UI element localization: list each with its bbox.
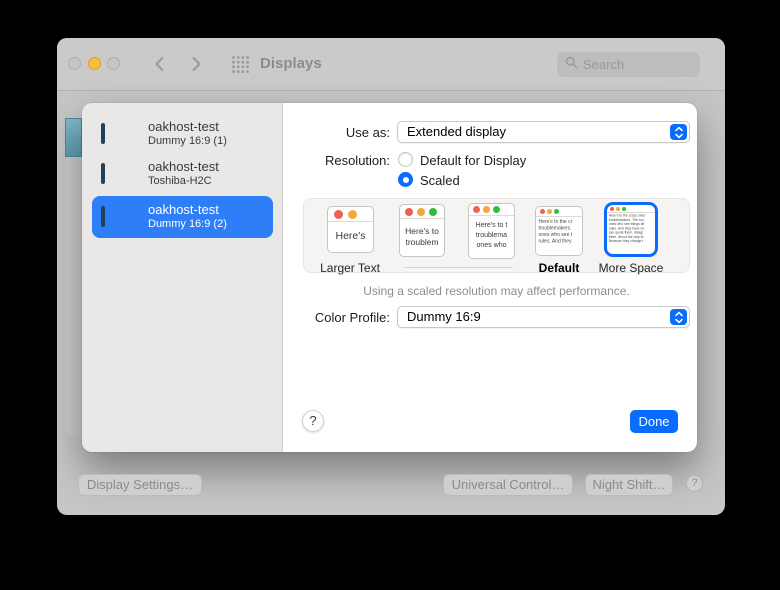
display-settings-sheet: oakhost-test Dummy 16:9 (1) oakhost-test… xyxy=(82,103,697,452)
dot-yellow-icon xyxy=(417,207,425,216)
screen-background: Displays Search oakhost-test Dummy 16:9 xyxy=(0,0,780,590)
popup-stepper-icon xyxy=(670,124,687,140)
display-icon xyxy=(101,123,139,144)
window-help-button[interactable]: ? xyxy=(686,475,703,492)
night-shift-button[interactable]: Night Shift… xyxy=(585,474,673,496)
display-item-text: oakhost-test Dummy 16:9 (2) xyxy=(148,202,227,232)
zoom-button[interactable] xyxy=(107,57,120,70)
dot-red-icon xyxy=(610,206,614,211)
app-grid-icon[interactable] xyxy=(231,55,250,74)
display-item-text: oakhost-test Dummy 16:9 (1) xyxy=(148,119,227,149)
search-placeholder: Search xyxy=(583,57,625,72)
dot-green-icon xyxy=(554,209,559,214)
display-item-text: oakhost-test Toshiba-H2C xyxy=(148,159,219,189)
resolution-option-default[interactable]: Here's to the cr troublemakers. ones who… xyxy=(535,206,583,256)
use-as-value: Extended display xyxy=(407,124,507,139)
dot-yellow-icon xyxy=(616,206,620,211)
larger-text-label: Larger Text xyxy=(320,261,380,275)
use-as-dropdown[interactable]: Extended display xyxy=(397,121,690,143)
display-item-subtitle: Dummy 16:9 (2) xyxy=(148,218,227,230)
mini-window-text: Here's xyxy=(335,230,366,242)
back-icon[interactable] xyxy=(150,54,170,74)
display-icon xyxy=(101,163,139,184)
display-icon xyxy=(101,206,139,227)
dot-green-icon xyxy=(493,206,500,213)
search-input[interactable]: Search xyxy=(557,52,700,77)
resolution-option-2[interactable]: Here's to troublem xyxy=(399,204,445,257)
mini-window-text: Here's to troublem xyxy=(405,226,439,248)
search-icon xyxy=(565,56,578,74)
default-label: Default xyxy=(538,261,580,275)
dot-red-icon xyxy=(334,209,343,219)
dot-green-icon xyxy=(429,207,437,216)
dot-yellow-icon xyxy=(348,209,357,219)
radio-scaled-label[interactable]: Scaled xyxy=(420,173,460,188)
done-button[interactable]: Done xyxy=(630,410,678,433)
display-settings-button[interactable]: Display Settings… xyxy=(78,474,202,496)
titlebar: Displays Search xyxy=(57,38,725,91)
radio-scaled[interactable] xyxy=(398,172,413,187)
dot-red-icon xyxy=(473,206,480,213)
mini-window-text: Here's to the cr troublemakers. ones who… xyxy=(538,219,573,244)
mini-window-titlebar xyxy=(536,207,582,217)
radio-default-for-display[interactable] xyxy=(398,152,413,167)
radio-default-for-display-label[interactable]: Default for Display xyxy=(420,153,526,168)
dot-red-icon xyxy=(540,209,545,214)
mini-window-titlebar xyxy=(607,205,655,213)
dot-yellow-icon xyxy=(547,209,552,214)
minimize-button[interactable] xyxy=(88,57,101,70)
popup-stepper-icon xyxy=(670,309,687,325)
use-as-label: Use as: xyxy=(345,125,390,140)
display-item-title: oakhost-test xyxy=(148,119,219,134)
mini-window-titlebar xyxy=(328,207,373,222)
displays-window: Displays Search oakhost-test Dummy 16:9 xyxy=(57,38,725,515)
scale-tick-line xyxy=(404,267,513,268)
forward-icon[interactable] xyxy=(186,54,206,74)
resolution-option-more-space-selected[interactable]: Here's to the crazy ones troublemakers. … xyxy=(607,205,655,254)
display-item-subtitle: Dummy 16:9 (1) xyxy=(148,135,227,147)
mini-window-titlebar xyxy=(400,205,444,219)
mini-window-titlebar xyxy=(469,204,514,216)
universal-control-button[interactable]: Universal Control… xyxy=(443,474,573,496)
color-profile-dropdown[interactable]: Dummy 16:9 xyxy=(397,306,690,328)
resolution-option-3[interactable]: Here's to t troublema ones who xyxy=(468,203,515,259)
display-list-item-toshiba[interactable]: oakhost-test Toshiba-H2C xyxy=(92,153,273,195)
dot-red-icon xyxy=(405,207,413,216)
resolution-option-larger-text[interactable]: Here's xyxy=(327,206,374,253)
mini-window-text: Here's to the crazy ones troublemakers. … xyxy=(608,214,646,244)
color-profile-value: Dummy 16:9 xyxy=(407,309,481,324)
display-list-item-dummy-1[interactable]: oakhost-test Dummy 16:9 (1) xyxy=(92,113,273,155)
mini-window-text: Here's to t troublema ones who xyxy=(475,222,508,249)
display-list-item-dummy-2-selected[interactable]: oakhost-test Dummy 16:9 (2) xyxy=(92,196,273,238)
sheet-help-button[interactable]: ? xyxy=(302,410,324,432)
display-item-subtitle: Toshiba-H2C xyxy=(148,175,212,187)
display-list-sidebar: oakhost-test Dummy 16:9 (1) oakhost-test… xyxy=(82,103,283,452)
resolution-label: Resolution: xyxy=(324,153,390,168)
performance-note: Using a scaled resolution may affect per… xyxy=(363,284,630,298)
dimmed-display-thumbnail xyxy=(65,118,82,157)
dot-yellow-icon xyxy=(483,206,490,213)
display-item-title: oakhost-test xyxy=(148,159,219,174)
close-button[interactable] xyxy=(68,57,81,70)
dot-green-icon xyxy=(622,206,626,211)
window-title: Displays xyxy=(260,55,322,72)
dimmed-background-panel xyxy=(66,150,82,437)
more-space-label: More Space xyxy=(598,261,664,275)
display-item-title: oakhost-test xyxy=(148,202,219,217)
color-profile-label: Color Profile: xyxy=(314,310,390,325)
